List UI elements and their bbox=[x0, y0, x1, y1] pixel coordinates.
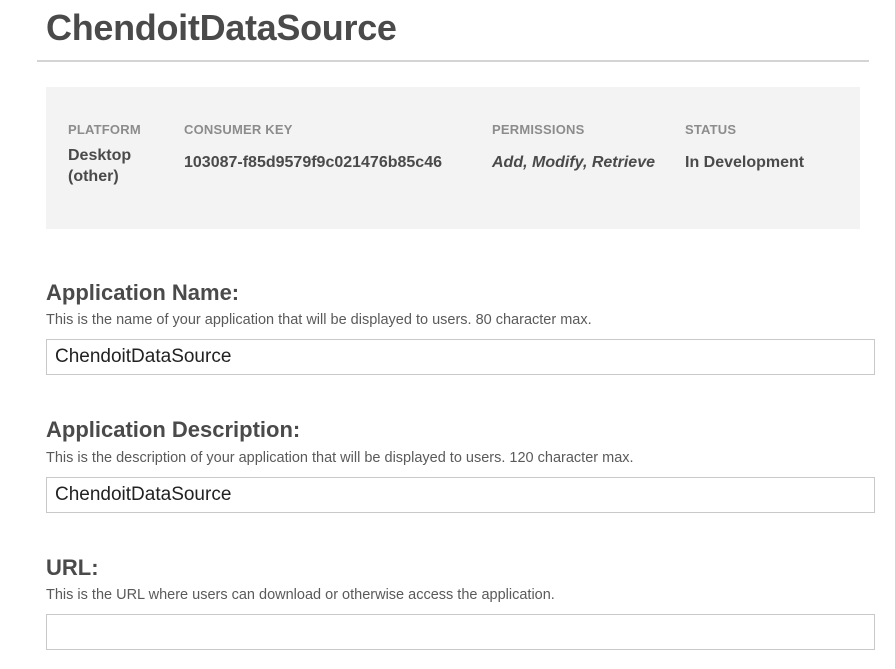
app-settings-page: ChendoitDataSource PLATFORM Desktop (oth… bbox=[0, 0, 895, 669]
permissions-column: PERMISSIONS Add, Modify, Retrieve bbox=[492, 122, 655, 173]
app-name-label: Application Name: bbox=[46, 280, 240, 305]
consumer-key-header: CONSUMER KEY bbox=[184, 122, 293, 137]
app-info-panel: PLATFORM Desktop (other) CONSUMER KEY 10… bbox=[46, 87, 860, 229]
permissions-value: Add, Modify, Retrieve bbox=[492, 154, 655, 171]
page-title: ChendoitDataSource bbox=[46, 7, 397, 48]
url-input[interactable] bbox=[46, 614, 875, 650]
status-value: In Development bbox=[685, 154, 805, 171]
status-column: STATUS In Development bbox=[685, 122, 804, 173]
url-label: URL: bbox=[46, 555, 99, 580]
platform-header: PLATFORM bbox=[68, 122, 141, 137]
app-name-help: This is the name of your application tha… bbox=[46, 312, 592, 328]
permissions-header: PERMISSIONS bbox=[492, 122, 585, 137]
consumer-key-column: CONSUMER KEY 103087-f85d9579f9c021476b85… bbox=[184, 122, 442, 173]
url-help: This is the URL where users can download… bbox=[46, 587, 555, 603]
platform-value: Desktop (other) bbox=[68, 147, 132, 185]
status-header: STATUS bbox=[685, 122, 737, 137]
consumer-key-value: 103087-f85d9579f9c021476b85c46 bbox=[184, 154, 442, 171]
app-name-input[interactable] bbox=[46, 339, 875, 375]
app-description-input[interactable] bbox=[46, 477, 875, 513]
title-divider bbox=[37, 60, 869, 62]
app-description-label: Application Description: bbox=[46, 417, 301, 442]
platform-column: PLATFORM Desktop (other) bbox=[68, 122, 148, 187]
app-description-help: This is the description of your applicat… bbox=[46, 450, 634, 466]
